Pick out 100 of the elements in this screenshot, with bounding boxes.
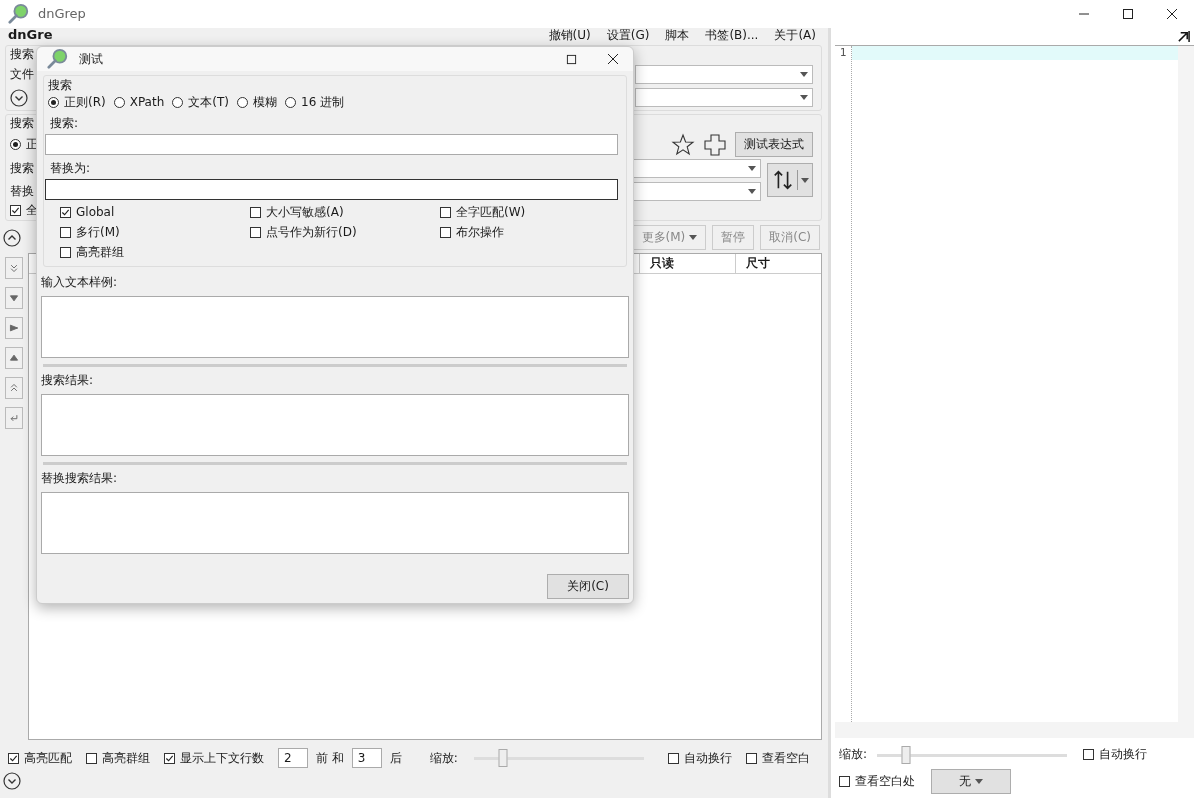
checkbox[interactable] [250,227,261,238]
chevron-down-icon[interactable] [10,88,28,107]
group-label: 搜索 [10,47,34,62]
radio-button[interactable] [48,97,59,108]
radio-label: 正 [26,137,38,152]
close-icon[interactable] [1166,8,1178,20]
menu-item[interactable]: 关于(A) [774,27,816,43]
sort-button[interactable] [767,163,813,197]
checkbox-label: 高亮群组 [102,750,150,766]
number-field[interactable]: 3 [351,748,382,768]
radio-label: XPath [129,95,165,110]
checkbox-label: 高亮匹配 [24,750,72,766]
field-label: 替换 [10,184,34,199]
checkbox-label: 全字匹配(W) [456,205,526,220]
zoom-slider[interactable] [473,749,644,767]
sort-arrows-icon [771,169,794,191]
field-label: 搜索 [10,161,34,176]
group-label: 搜索 [10,116,34,131]
zoom-slider[interactable] [877,745,1068,764]
radio-label: 模糊 [253,95,277,110]
zoom-label: 缩放: [839,747,868,762]
field-label: 替换为: [50,161,92,176]
checkbox[interactable] [60,247,71,258]
field-label: 输入文本样例: [41,275,119,290]
label: 后 [389,750,402,766]
triangle-down-icon [9,293,19,303]
checkbox-label: 多行(M) [76,225,120,240]
maximize-icon[interactable] [1122,8,1134,20]
toolbar-button[interactable] [5,347,23,369]
caret-icon [748,166,756,171]
checkbox-label: 查看空白 [761,750,810,766]
number-field[interactable]: 2 [278,748,308,768]
plus-icon[interactable] [703,132,727,157]
test-expression-button[interactable]: 测试表达式 [735,132,813,157]
caret-icon [800,72,808,77]
radio-button[interactable] [285,97,296,108]
radio-button[interactable] [10,139,21,150]
checkbox-label: 显示上下文行数 [180,750,264,766]
triangle-right-icon [9,323,19,333]
checkbox[interactable] [440,207,451,218]
checkbox-label: 查看空白处 [855,774,915,789]
magnifier-icon [8,3,30,25]
column-header[interactable]: 尺寸 [735,254,821,273]
chevron-up-icon[interactable] [3,228,21,247]
zoom-label: 缩放: [429,750,458,766]
checkbox[interactable] [745,752,757,764]
field-label: 文件 [10,67,34,82]
radio-label: 16 进制 [301,95,345,110]
chevron-down-icon[interactable] [3,772,21,790]
checkbox-label: 布尔操作 [456,225,504,240]
checkbox-label: 自动换行 [1099,747,1148,762]
window-title: dnGrep [38,5,86,23]
expand-arrow-icon[interactable] [1177,30,1190,43]
close-button[interactable]: 关闭(C) [547,574,629,599]
double-down-icon [9,263,19,273]
line-number: 1 [839,46,847,60]
star-icon[interactable] [671,132,695,157]
close-icon[interactable] [607,53,619,65]
double-up-icon [9,383,19,393]
checkbox[interactable] [250,207,261,218]
checkbox-label: 全 [26,203,38,218]
menu-item[interactable]: 脚本 [665,27,690,43]
magnifier-icon [47,48,69,70]
app-heading: dnGre [8,26,53,44]
radio-label: 文本(T) [188,95,229,110]
column-header[interactable]: 只读 [639,254,735,273]
checkbox-label: Global [76,205,115,220]
checkbox[interactable] [86,752,97,764]
checkbox[interactable] [1083,749,1095,760]
checkbox[interactable] [667,752,679,764]
replace-field[interactable] [45,179,618,200]
checkbox-label: 高亮群组 [76,245,124,260]
checkbox[interactable] [60,207,71,218]
caret-icon [800,177,809,183]
menu-item[interactable]: 撤销(U) [548,27,591,43]
return-arrow-icon [9,413,19,423]
checkbox-label: 点号作为新行(D) [266,225,357,240]
checkbox[interactable] [440,227,451,238]
menu-item[interactable]: 书签(B)... [705,27,759,43]
checkbox[interactable] [8,752,19,764]
checkbox[interactable] [839,776,850,787]
radio-button[interactable] [237,97,248,108]
horizontal-scrollbar[interactable] [835,722,1194,738]
highlight-dropdown[interactable]: 无 [931,769,1011,794]
toolbar-button[interactable] [5,317,23,339]
caret-icon [800,95,808,100]
radio-button[interactable] [172,97,184,108]
vertical-scrollbar[interactable] [1178,46,1194,722]
caret-icon [689,235,698,240]
toolbar-button[interactable] [5,287,23,309]
menu-item[interactable]: 设置(G) [606,27,650,43]
maximize-icon[interactable] [566,53,577,65]
checkbox[interactable] [10,205,21,216]
field-label: 替换搜索结果: [41,471,119,486]
radio-button[interactable] [113,97,125,108]
search-field[interactable] [45,134,618,155]
caret-icon [748,189,756,194]
checkbox[interactable] [60,227,71,238]
dialog-title: 测试 [79,51,103,67]
checkbox[interactable] [164,752,175,764]
